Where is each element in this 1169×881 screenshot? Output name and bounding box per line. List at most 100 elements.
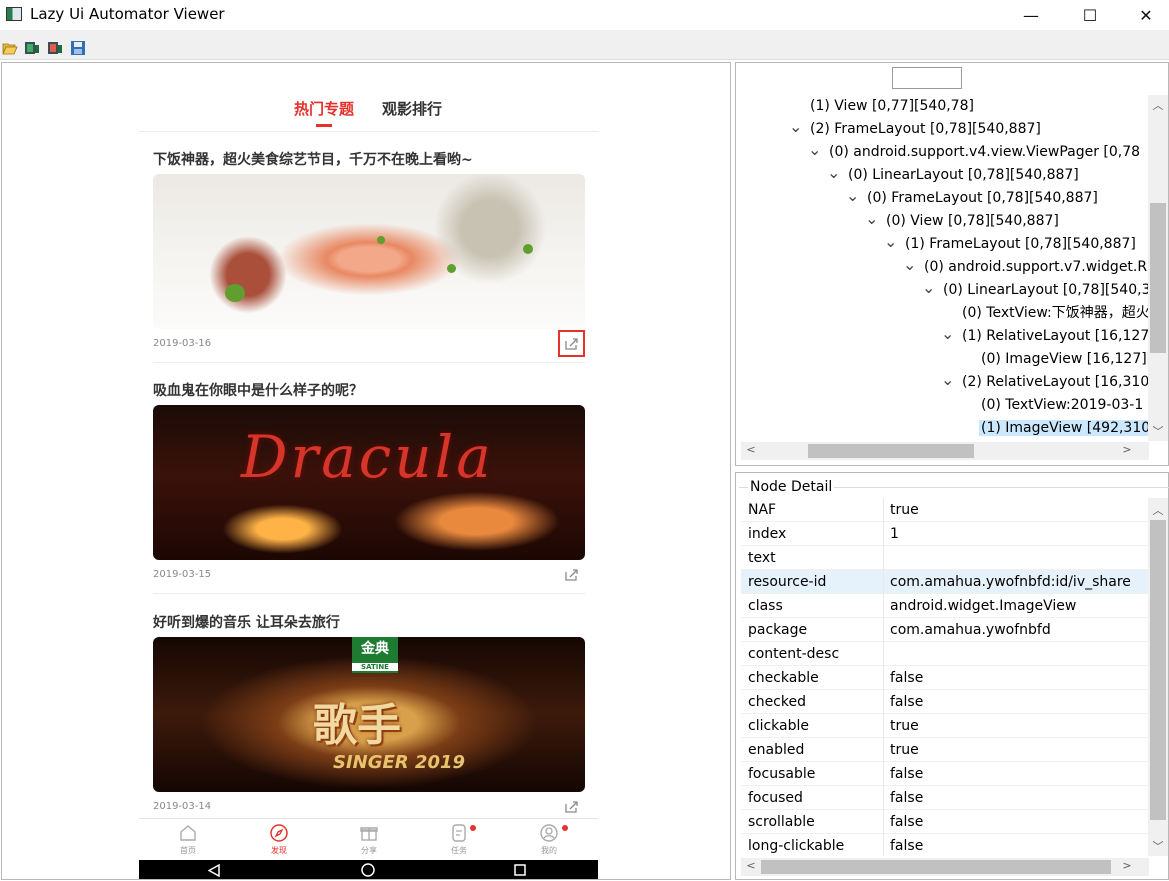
scroll-down-icon[interactable]: ﹀ — [1148, 423, 1168, 439]
column-divider — [883, 618, 884, 642]
tree-node[interactable]: ⌄ (0) View [0,78][540,887] — [865, 210, 1063, 233]
expand-chevron-icon[interactable]: ⌄ — [808, 141, 827, 159]
property-value[interactable]: false — [890, 786, 923, 810]
minimize-button[interactable]: — — [1008, 0, 1054, 30]
tree-node[interactable]: ⌄ (2) RelativeLayout [16,310 — [941, 371, 1148, 394]
nav-tasks[interactable]: 任务 — [413, 823, 505, 856]
tree-node[interactable]: ⌄ (1) FrameLayout [0,78][540,887] — [884, 233, 1140, 256]
property-row[interactable]: enabled true — [741, 738, 1148, 762]
home-circle-icon[interactable] — [361, 863, 375, 877]
tree-node[interactable]: ⌄ (0) FrameLayout [0,78][540,887] — [846, 187, 1102, 210]
expand-chevron-icon[interactable]: ⌄ — [941, 371, 960, 389]
expand-chevron-icon[interactable]: ⌄ — [884, 233, 903, 251]
back-icon[interactable] — [208, 864, 220, 877]
tree-node[interactable]: (0) TextView:2019-03-1 — [960, 394, 1147, 417]
recents-icon[interactable] — [514, 864, 526, 876]
scrollbar-thumb[interactable] — [1150, 203, 1166, 353]
nav-share[interactable]: 分享 — [323, 823, 415, 856]
scroll-right-icon[interactable]: > — [1117, 443, 1137, 456]
property-value[interactable]: 1 — [890, 522, 899, 546]
expand-chevron-icon[interactable]: ⌄ — [922, 279, 941, 297]
tree-node[interactable]: (1) ImageView [492,310 — [960, 417, 1148, 439]
expand-chevron-icon[interactable]: ⌄ — [903, 256, 922, 274]
device-screenshot-pane[interactable]: 热门专题 观影排行 下饭神器，超火美食综艺节目，千万不在晚上看哟~ 2019-0… — [1, 62, 731, 880]
tree-node[interactable]: (0) TextView:下饭神器，超火 — [941, 302, 1148, 325]
property-row[interactable]: resource-id com.amahua.ywofnbfd:id/iv_sha… — [741, 570, 1148, 594]
scroll-up-icon[interactable]: ︿ — [1148, 97, 1168, 113]
tree-node[interactable]: ⌄ (0) LinearLayout [0,78][540,3 — [922, 279, 1148, 302]
property-value[interactable]: false — [890, 762, 923, 786]
scroll-right-icon[interactable]: > — [1117, 859, 1137, 872]
share-button[interactable] — [558, 793, 585, 820]
property-row[interactable]: index 1 — [741, 522, 1148, 546]
property-value[interactable]: com.amahua.ywofnbfd:id/iv_share — [890, 570, 1131, 594]
expand-chevron-icon[interactable]: ⌄ — [827, 164, 846, 182]
save-icon[interactable] — [70, 41, 86, 55]
scroll-down-icon[interactable]: ﹀ — [1148, 838, 1168, 854]
phone-screen[interactable]: 热门专题 观影排行 下饭神器，超火美食综艺节目，千万不在晚上看哟~ 2019-0… — [139, 63, 598, 879]
detail-horizontal-scrollbar[interactable]: < > — [741, 858, 1149, 876]
tab-hot-topics[interactable]: 热门专题 — [294, 98, 354, 119]
property-row[interactable]: NAF true — [741, 498, 1148, 522]
close-button[interactable]: ✕ — [1123, 0, 1169, 30]
tree-node[interactable]: ⌄ (2) FrameLayout [0,78][540,887] — [789, 118, 1045, 141]
badge-sub: SATINE — [352, 663, 398, 671]
tree-filter-input[interactable] — [892, 67, 962, 89]
device-screenshot-icon[interactable] — [24, 41, 40, 55]
nav-discover[interactable]: 发现 — [233, 823, 325, 856]
nav-profile[interactable]: 我的 — [503, 823, 595, 856]
scrollbar-thumb[interactable] — [1150, 520, 1166, 820]
expand-chevron-icon[interactable]: ⌄ — [789, 118, 808, 136]
property-row[interactable]: focused false — [741, 786, 1148, 810]
singer-poster[interactable]: 金典 SATINE 歌手 SINGER 2019 — [153, 637, 585, 792]
detail-vertical-scrollbar[interactable]: ︿ ﹀ — [1148, 498, 1168, 856]
expand-chevron-icon[interactable]: ⌄ — [846, 187, 865, 205]
property-row[interactable]: scrollable false — [741, 810, 1148, 834]
property-value[interactable]: true — [890, 498, 919, 522]
scroll-left-icon[interactable]: < — [741, 443, 761, 456]
property-row[interactable]: class android.widget.ImageView — [741, 594, 1148, 618]
property-value[interactable]: false — [890, 666, 923, 690]
tree-node[interactable]: ⌄ (0) android.support.v4.view.ViewPager [… — [808, 141, 1144, 164]
property-value[interactable]: false — [890, 834, 923, 856]
open-folder-icon[interactable] — [2, 41, 18, 55]
property-row[interactable]: content-desc — [741, 642, 1148, 666]
property-row[interactable]: text — [741, 546, 1148, 570]
property-row[interactable]: package com.amahua.ywofnbfd — [741, 618, 1148, 642]
property-row[interactable]: clickable true — [741, 714, 1148, 738]
property-value[interactable]: false — [890, 690, 923, 714]
tree-node[interactable]: ⌄ (0) android.support.v7.widget.R — [903, 256, 1148, 279]
property-row[interactable]: checked false — [741, 690, 1148, 714]
maximize-button[interactable]: ☐ — [1067, 0, 1113, 30]
property-row[interactable]: long-clickable false — [741, 834, 1148, 856]
scroll-up-icon[interactable]: ︿ — [1148, 502, 1168, 518]
tree-node[interactable]: ⌄ (1) RelativeLayout [16,127 — [941, 325, 1148, 348]
ui-hierarchy-tree[interactable]: (1) View [0,77][540,78] ⌄ (2) FrameLayout … — [741, 95, 1148, 439]
property-value[interactable]: false — [890, 810, 923, 834]
nav-home[interactable]: 首页 — [142, 823, 234, 856]
property-row[interactable]: focusable false — [741, 762, 1148, 786]
expand-chevron-icon[interactable]: ⌄ — [865, 210, 884, 228]
tree-node[interactable]: (1) View [0,77][540,78] — [789, 95, 978, 118]
expand-chevron-icon[interactable]: ⌄ — [941, 325, 960, 343]
property-value[interactable]: android.widget.ImageView — [890, 594, 1076, 618]
device-screenshot-compressed-icon[interactable] — [47, 41, 63, 55]
property-value[interactable]: com.amahua.ywofnbfd — [890, 618, 1051, 642]
scrollbar-thumb[interactable] — [808, 444, 974, 458]
tree-node[interactable]: ⌄ (0) LinearLayout [0,78][540,887] — [827, 164, 1083, 187]
property-row[interactable]: checkable false — [741, 666, 1148, 690]
dracula-poster[interactable]: Dracula — [153, 405, 585, 560]
tree-horizontal-scrollbar[interactable]: < > — [741, 442, 1149, 460]
scrollbar-thumb[interactable] — [761, 860, 1111, 874]
food-photo[interactable] — [153, 174, 585, 329]
tab-ranking[interactable]: 观影排行 — [382, 98, 442, 119]
share-button[interactable] — [558, 330, 585, 357]
tree-vertical-scrollbar[interactable]: ︿ ﹀ — [1148, 95, 1168, 441]
tree-node-label: (1) FrameLayout [0,78][540,887] — [905, 236, 1136, 252]
node-properties-table[interactable]: NAF true index 1 text resource-id com.amahua.y… — [741, 498, 1148, 856]
property-value[interactable]: true — [890, 714, 919, 738]
property-value[interactable]: true — [890, 738, 919, 762]
tree-node[interactable]: (0) ImageView [16,127][ — [960, 348, 1148, 371]
scroll-left-icon[interactable]: < — [741, 859, 761, 872]
share-button[interactable] — [558, 561, 585, 588]
